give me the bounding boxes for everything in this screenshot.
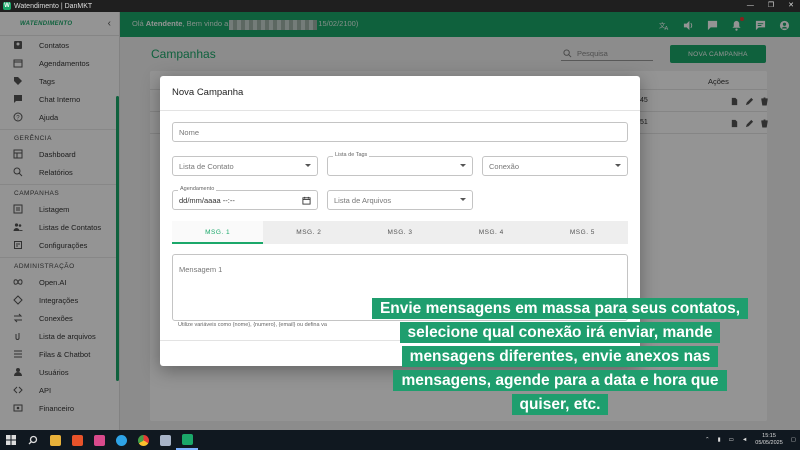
dropdown-arrow-icon bbox=[460, 198, 466, 201]
network-icon[interactable]: ▭ bbox=[729, 437, 734, 443]
promo-caption: Envie mensagens em massa para seus conta… bbox=[353, 297, 767, 417]
message-tabs: MSG. 1 MSG. 2 MSG. 3 MSG. 4 MSG. 5 bbox=[172, 221, 628, 244]
tab-msg-3[interactable]: MSG. 3 bbox=[354, 221, 445, 244]
caption-line: mensagens, agende para a data e hora que bbox=[393, 370, 727, 391]
volume-icon[interactable]: ◄ bbox=[742, 437, 747, 443]
app-icon[interactable] bbox=[88, 430, 110, 450]
window-titlebar: W Watendimento | DanMKT — ❐ ✕ bbox=[0, 0, 800, 12]
clock-time: 15:15 bbox=[762, 433, 776, 439]
dropdown-arrow-icon bbox=[305, 164, 311, 167]
tab-msg-5[interactable]: MSG. 5 bbox=[537, 221, 628, 244]
app-logo-icon: W bbox=[3, 2, 11, 10]
file-list-select[interactable]: Lista de Arquivos bbox=[327, 190, 473, 210]
name-placeholder: Nome bbox=[179, 127, 200, 137]
caption-line: Envie mensagens em massa para seus conta… bbox=[371, 298, 749, 319]
caption-line: mensagens diferentes, envie anexos nas bbox=[401, 346, 719, 367]
dialog-title: Nova Campanha bbox=[172, 87, 244, 98]
caption-line: selecione qual conexão irá enviar, mande bbox=[399, 322, 721, 343]
brave-browser-icon[interactable] bbox=[66, 430, 88, 450]
tab-msg-2[interactable]: MSG. 2 bbox=[263, 221, 354, 244]
windows-start-icon[interactable] bbox=[0, 430, 22, 450]
os-taskbar: ⌃ ▮ ▭ ◄ 15:15 05/05/2025 ▢ bbox=[0, 430, 800, 450]
cortana-icon[interactable] bbox=[110, 430, 132, 450]
contact-list-select[interactable]: Lista de Contato bbox=[172, 156, 318, 176]
calendar-icon[interactable] bbox=[302, 196, 311, 205]
tab-msg-4[interactable]: MSG. 4 bbox=[446, 221, 537, 244]
search-icon[interactable] bbox=[22, 430, 44, 450]
schedule-label: Agendamento bbox=[178, 186, 217, 192]
system-clock[interactable]: 15:15 05/05/2025 bbox=[755, 433, 783, 447]
chevron-up-icon[interactable]: ⌃ bbox=[705, 437, 710, 443]
notification-center-icon[interactable]: ▢ bbox=[791, 437, 796, 443]
campaign-name-input[interactable]: Nome bbox=[172, 122, 628, 142]
minimize-button[interactable]: — bbox=[747, 0, 754, 12]
schedule-value: dd/mm/aaaa --:-- bbox=[179, 195, 235, 205]
schedule-datetime-input[interactable]: Agendamento dd/mm/aaaa --:-- bbox=[172, 186, 318, 210]
maximize-button[interactable]: ❐ bbox=[768, 0, 774, 12]
dropdown-arrow-icon bbox=[460, 164, 466, 167]
window-controls: — ❐ ✕ bbox=[747, 0, 794, 12]
tag-list-label: Lista de Tags bbox=[333, 152, 370, 158]
clock-date: 05/05/2025 bbox=[755, 440, 783, 446]
dropdown-arrow-icon bbox=[615, 164, 621, 167]
message-placeholder: Mensagem 1 bbox=[179, 265, 223, 274]
window-title: Watendimento | DanMKT bbox=[14, 2, 93, 10]
file-explorer-icon[interactable] bbox=[44, 430, 66, 450]
connection-select[interactable]: Conexão bbox=[482, 156, 628, 176]
dialog-divider bbox=[160, 110, 640, 111]
chrome-icon[interactable] bbox=[132, 430, 154, 450]
variables-hint: Utilize variáveis como {nome}, {numero},… bbox=[178, 322, 327, 328]
file-list-placeholder: Lista de Arquivos bbox=[334, 195, 392, 205]
microphone-icon[interactable]: ▮ bbox=[718, 437, 721, 443]
tab-msg-1[interactable]: MSG. 1 bbox=[172, 221, 264, 244]
app-icon[interactable] bbox=[154, 430, 176, 450]
caption-line: quiser, etc. bbox=[511, 394, 609, 415]
tag-list-select[interactable]: Lista de Tags bbox=[327, 152, 473, 176]
close-button[interactable]: ✕ bbox=[788, 0, 794, 12]
connection-placeholder: Conexão bbox=[489, 161, 520, 171]
system-tray: ⌃ ▮ ▭ ◄ 15:15 05/05/2025 ▢ bbox=[705, 430, 796, 450]
contact-list-placeholder: Lista de Contato bbox=[179, 161, 234, 171]
watendimento-taskbar-icon[interactable] bbox=[176, 430, 198, 450]
